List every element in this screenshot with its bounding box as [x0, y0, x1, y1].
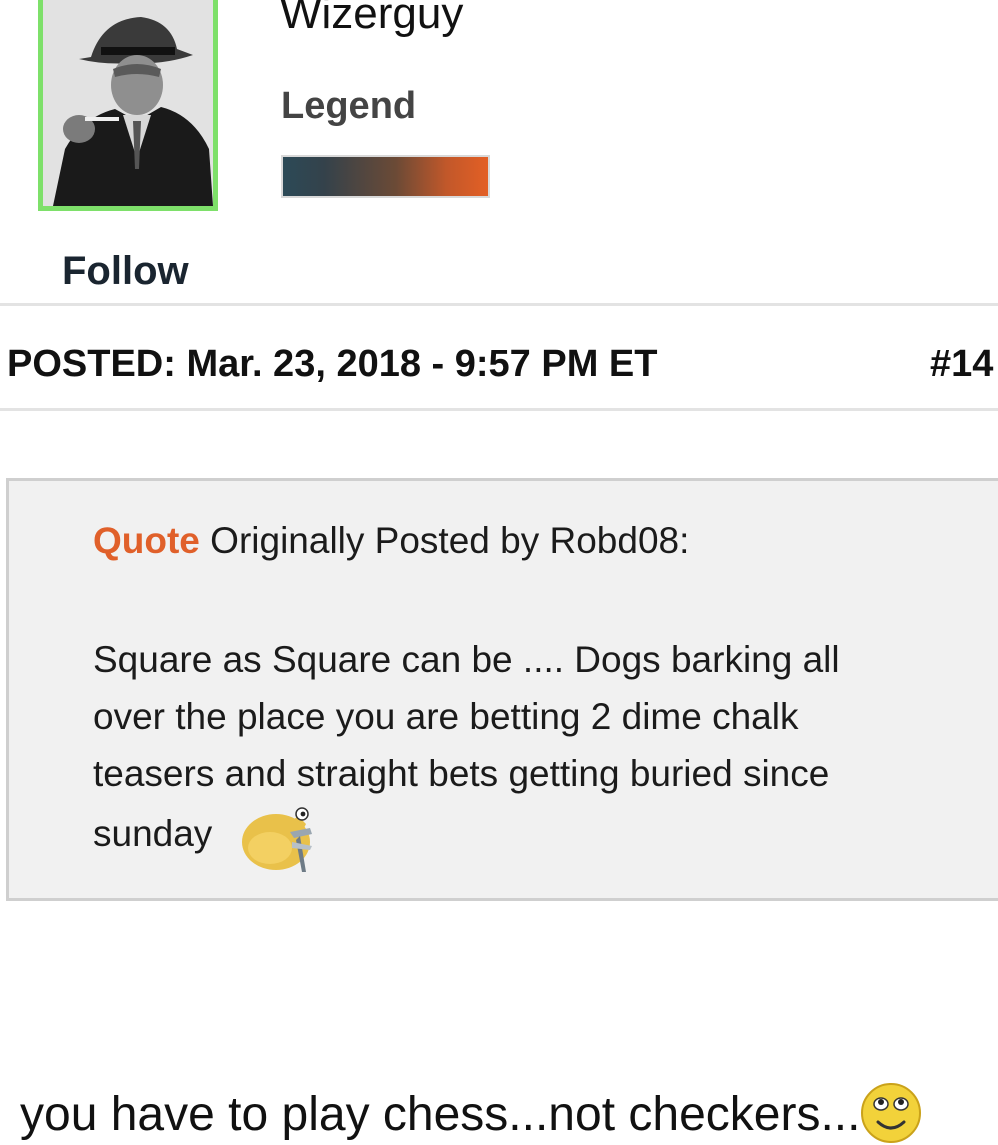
divider: [0, 303, 998, 306]
avatar[interactable]: [38, 0, 218, 211]
chick-emoji-icon: [240, 802, 322, 876]
quote-block: Quote Originally Posted by Robd08: Squar…: [6, 478, 998, 901]
rank-progress-bar: [281, 155, 490, 198]
quote-last-line: sunday: [93, 802, 973, 876]
reply-text: you have to play chess...not checkers...: [20, 1082, 922, 1144]
quote-attribution: Originally Posted by Robd08:: [199, 520, 690, 561]
follow-button[interactable]: Follow: [62, 247, 189, 295]
user-rank: Legend: [281, 85, 417, 127]
reply-message: you have to play chess...not checkers...: [20, 1088, 861, 1141]
avatar-photo: [43, 0, 213, 206]
post-number[interactable]: #14: [930, 341, 993, 387]
quote-label: Quote: [93, 520, 200, 561]
post-timestamp: POSTED: Mar. 23, 2018 - 9:57 PM ET: [7, 343, 658, 385]
quote-line: Square as Square can be .... Dogs barkin…: [93, 639, 840, 680]
quote-header: Quote Originally Posted by Robd08:: [93, 518, 689, 564]
quote-text: Square as Square can be .... Dogs barkin…: [93, 631, 973, 876]
quote-line: sunday: [93, 813, 213, 854]
quote-line: teasers and straight bets getting buried…: [93, 753, 830, 794]
divider: [0, 408, 998, 411]
smiley-emoji-icon: [860, 1082, 922, 1144]
quote-line: over the place you are betting 2 dime ch…: [93, 696, 799, 737]
username[interactable]: Wizerguy: [280, 0, 463, 40]
